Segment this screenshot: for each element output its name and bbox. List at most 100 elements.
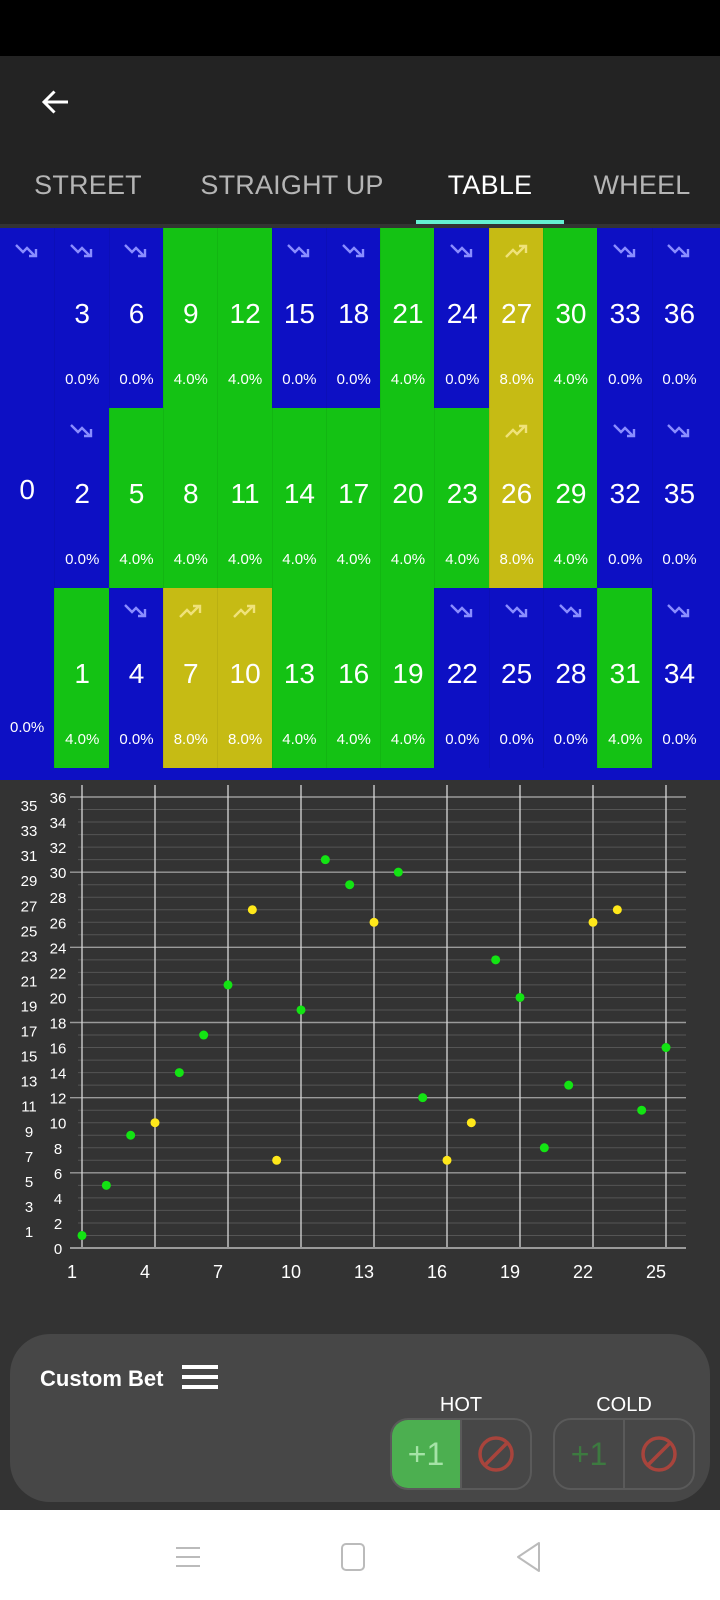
y-tick-label: 30 (50, 865, 67, 882)
table-cell-2[interactable]: 2 0.0% (54, 408, 110, 588)
y-tick-label: 32 (50, 840, 67, 857)
hamburger-menu-icon[interactable] (182, 1362, 220, 1392)
cell-number: 23 (446, 478, 478, 509)
cell-percent: 0.0% (336, 371, 371, 388)
table-cell-15[interactable]: 15 0.0% (271, 228, 327, 408)
cell-percent: 4.0% (336, 731, 371, 748)
hot-plus-one-label: +1 (407, 1435, 445, 1472)
table-cell-3[interactable]: 3 0.0% (54, 228, 110, 408)
trending-down-icon (667, 424, 690, 438)
cell-number: 11 (230, 478, 260, 509)
table-cell-8[interactable]: 8 4.0% (162, 408, 218, 588)
table-cell-34[interactable]: 34 0.0% (651, 588, 707, 768)
y-tick-label: 11 (21, 1099, 37, 1116)
cell-percent: 4.0% (119, 551, 154, 568)
y-tick-label: 26 (50, 915, 67, 932)
table-cell-10[interactable]: 10 8.0% (217, 588, 272, 768)
cell-number: 28 (555, 658, 587, 689)
cell-percent: 4.0% (282, 551, 317, 568)
cell-number: 22 (446, 658, 478, 689)
cold-toggle-group: +1 (553, 1418, 695, 1490)
table-cell-14[interactable]: 14 4.0% (271, 408, 327, 588)
data-point (369, 917, 379, 927)
data-point (223, 980, 233, 990)
cell-percent: 0.0% (608, 371, 643, 388)
cell-number: 30 (555, 298, 587, 329)
hot-plus-one-button[interactable]: +1 (392, 1420, 460, 1488)
y-tick-label: 6 (54, 1166, 62, 1183)
table-cell-36[interactable]: 36 0.0% (651, 228, 707, 408)
cell-percent: 0.0% (499, 731, 534, 748)
table-cell-29[interactable]: 29 4.0% (543, 408, 598, 588)
table-cell-31[interactable]: 31 4.0% (597, 588, 653, 768)
table-cell-19[interactable]: 19 4.0% (380, 588, 435, 768)
y-tick-label: 36 (50, 790, 67, 807)
table-cell-20[interactable]: 20 4.0% (380, 408, 435, 588)
cell-percent: 4.0% (336, 551, 371, 568)
cell-percent: 0.0% (119, 371, 154, 388)
table-cell-27[interactable]: 27 8.0% (488, 228, 544, 408)
tab-table[interactable]: TABLE (416, 146, 564, 224)
trending-down-icon (341, 244, 364, 258)
trending-down-icon (450, 244, 473, 258)
data-point (320, 855, 330, 865)
table-cell-16[interactable]: 16 4.0% (325, 588, 381, 768)
x-tick-label: 16 (427, 1262, 447, 1282)
cell-number: 4 (128, 658, 145, 689)
back-button-system[interactable] (504, 1532, 554, 1582)
table-cell-30[interactable]: 30 4.0% (543, 228, 598, 408)
y-tick-label: 21 (21, 973, 38, 990)
table-cell-7[interactable]: 7 8.0% (162, 588, 218, 768)
trending-down-icon (124, 604, 147, 618)
table-cell-21[interactable]: 21 4.0% (380, 228, 435, 408)
home-button[interactable] (328, 1532, 378, 1582)
table-cell-4[interactable]: 4 0.0% (108, 588, 164, 768)
y-tick-label: 8 (54, 1141, 62, 1158)
table-cell-33[interactable]: 33 0.0% (597, 228, 653, 408)
table-cell-5[interactable]: 5 4.0% (108, 408, 164, 588)
tab-wheel[interactable]: WHEEL (586, 146, 698, 224)
table-cell-1[interactable]: 1 4.0% (54, 588, 110, 768)
home-icon (341, 1543, 365, 1571)
tab-street[interactable]: STREET (20, 146, 156, 224)
trending-down-icon (450, 604, 473, 618)
trending-down-icon (70, 244, 93, 258)
active-tab-indicator (416, 220, 564, 224)
table-cell-26[interactable]: 26 8.0% (488, 408, 544, 588)
table-cell-23[interactable]: 23 4.0% (434, 408, 490, 588)
table-cell-32[interactable]: 32 0.0% (597, 408, 653, 588)
y-tick-label: 24 (50, 940, 67, 957)
table-cell-11[interactable]: 11 4.0% (217, 408, 272, 588)
cold-block-button[interactable] (623, 1420, 693, 1488)
cell-number: 13 (283, 658, 315, 689)
data-point (491, 955, 501, 965)
table-cell-35[interactable]: 35 0.0% (651, 408, 707, 588)
recents-button[interactable] (163, 1532, 213, 1582)
hot-block-button[interactable] (460, 1420, 530, 1488)
table-cell-6[interactable]: 6 0.0% (108, 228, 164, 408)
table-cell-28[interactable]: 28 0.0% (543, 588, 598, 768)
table-cell-17[interactable]: 17 4.0% (325, 408, 381, 588)
y-tick-label: 16 (50, 1041, 67, 1058)
data-point (296, 1005, 306, 1015)
cell-percent: 8.0% (499, 551, 534, 568)
table-cell-22[interactable]: 22 0.0% (434, 588, 490, 768)
cell-number: 7 (183, 658, 199, 689)
table-cell-25[interactable]: 25 0.0% (488, 588, 544, 768)
table-cell-24[interactable]: 24 0.0% (434, 228, 490, 408)
y-tick-label: 25 (21, 923, 38, 940)
tab-straight-up[interactable]: STRAIGHT UP (190, 146, 394, 224)
cell-percent: 0.0% (445, 371, 480, 388)
back-button[interactable] (30, 76, 82, 128)
table-cell-18[interactable]: 18 0.0% (325, 228, 381, 408)
table-cell-12[interactable]: 12 4.0% (217, 228, 272, 408)
cell-number: 5 (128, 478, 145, 509)
cell-number: 24 (446, 298, 478, 329)
table-cell-13[interactable]: 13 4.0% (271, 588, 327, 768)
table-cell-9[interactable]: 9 4.0% (162, 228, 218, 408)
cell-percent: 8.0% (227, 731, 263, 748)
block-icon (641, 1436, 677, 1472)
table-cell-0[interactable]: 0 0.0% (0, 228, 55, 756)
cold-plus-one-button[interactable]: +1 (555, 1420, 623, 1488)
data-point (272, 1155, 282, 1165)
